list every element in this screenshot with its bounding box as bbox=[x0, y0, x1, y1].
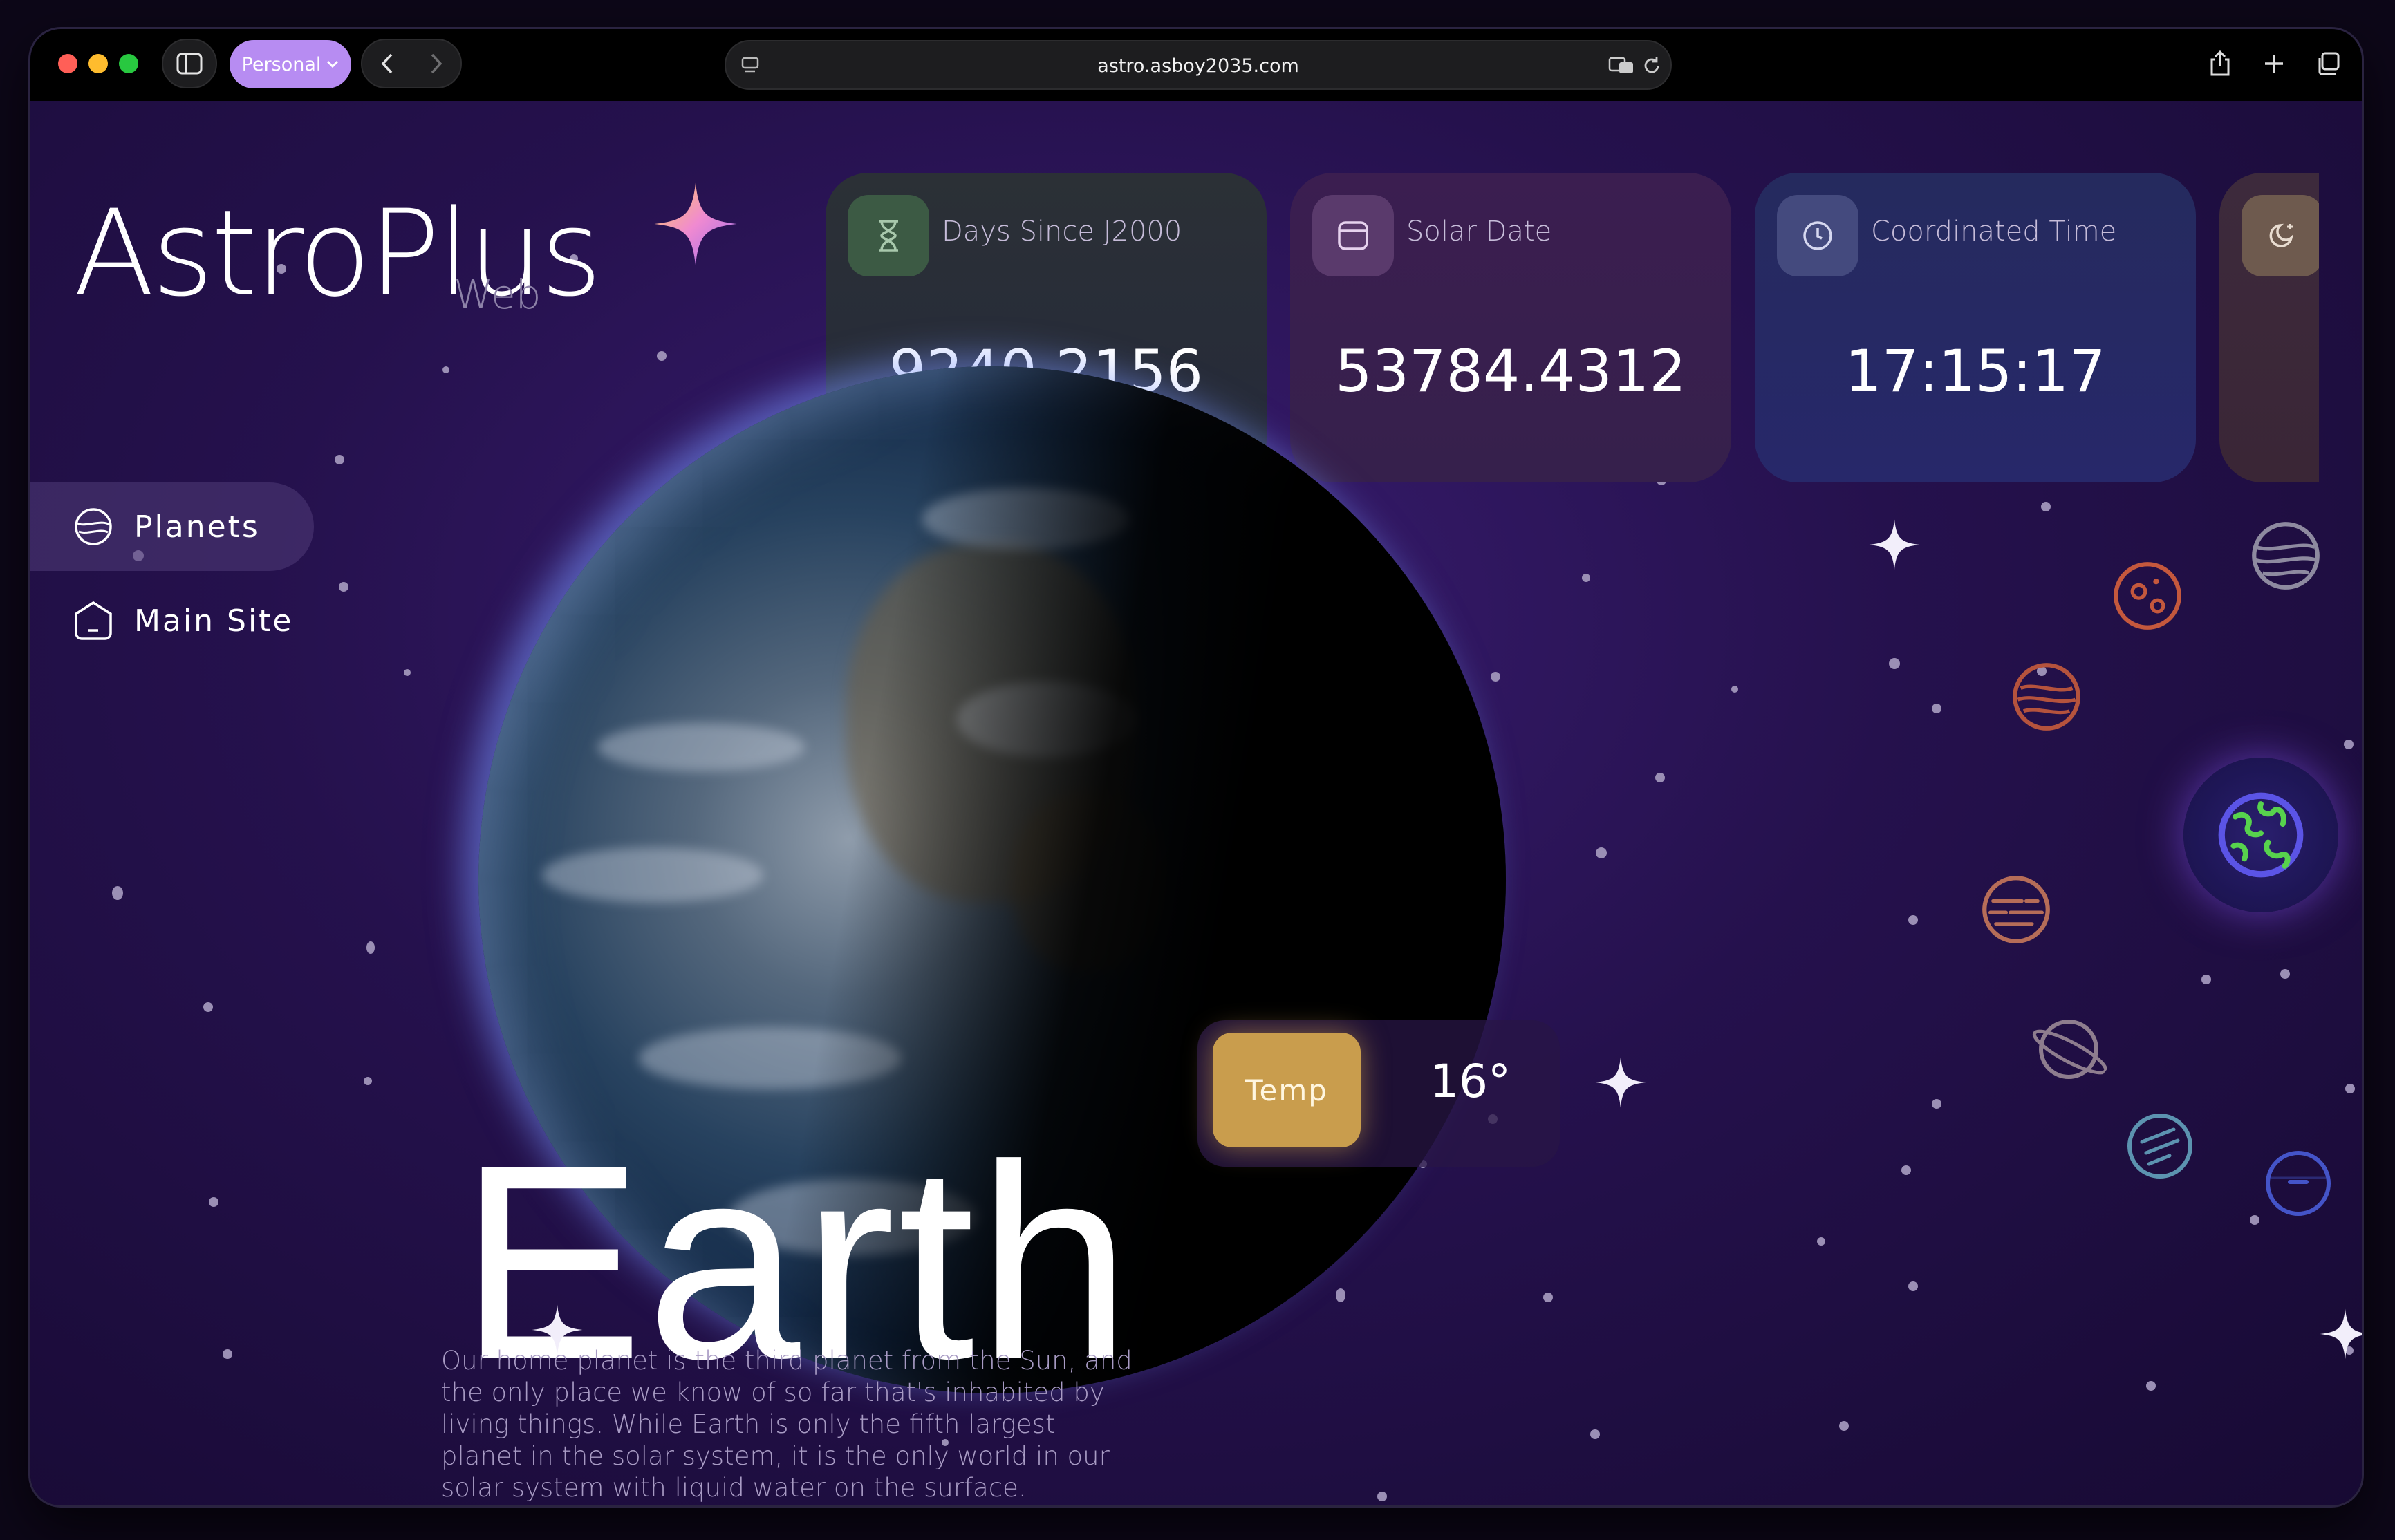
card-icon-wrap bbox=[1312, 195, 1394, 276]
sidebar-item-label: Main Site bbox=[134, 603, 294, 639]
star bbox=[364, 1077, 372, 1085]
card-title: Solar Date bbox=[1406, 216, 1552, 247]
mars-icon[interactable] bbox=[2112, 560, 2183, 632]
card-icon-wrap bbox=[1777, 195, 1858, 276]
star bbox=[209, 1197, 218, 1207]
temp-button[interactable]: Temp bbox=[1213, 1033, 1361, 1147]
star bbox=[1817, 1237, 1825, 1246]
app-logo-subtitle: Web bbox=[454, 271, 541, 318]
card-coordinated-time: Coordinated Time 17:15:17 bbox=[1755, 173, 2196, 482]
star bbox=[1590, 1429, 1600, 1439]
card-icon-wrap bbox=[2242, 195, 2319, 276]
star bbox=[1908, 1281, 1918, 1291]
star bbox=[2250, 1215, 2259, 1225]
star bbox=[442, 366, 449, 373]
url-text: astro.asboy2035.com bbox=[1097, 55, 1299, 77]
planet-icon bbox=[75, 508, 112, 545]
star bbox=[1889, 658, 1900, 669]
clock-icon bbox=[1803, 221, 1832, 250]
tabs-icon bbox=[2318, 52, 2340, 75]
neptune-icon[interactable] bbox=[2264, 1149, 2333, 1218]
address-bar[interactable]: astro.asboy2035.com bbox=[725, 40, 1672, 90]
jupiter-icon[interactable] bbox=[2250, 520, 2322, 592]
star bbox=[366, 941, 375, 954]
star bbox=[404, 669, 411, 676]
star bbox=[1731, 686, 1738, 693]
back-icon[interactable] bbox=[380, 53, 394, 75]
temp-value: 16° bbox=[1430, 1055, 1511, 1108]
browser-window: Personal astro.asboy2035.com AstroPlus W… bbox=[30, 29, 2362, 1505]
minimize-window-button[interactable] bbox=[88, 54, 108, 73]
moon-phase-icon bbox=[2269, 223, 2293, 247]
sidebar-item-planets[interactable]: Planets bbox=[30, 482, 314, 571]
share-button[interactable] bbox=[2196, 39, 2244, 88]
star bbox=[1908, 915, 1918, 925]
reload-icon[interactable] bbox=[1641, 55, 1662, 76]
star bbox=[2146, 1381, 2156, 1391]
card-value: 17:15:17 bbox=[1845, 337, 2106, 405]
star bbox=[1655, 773, 1665, 782]
new-tab-button[interactable] bbox=[2250, 39, 2298, 88]
tab-overview-button[interactable] bbox=[2304, 39, 2352, 88]
browser-toolbar: Personal astro.asboy2035.com bbox=[30, 29, 2362, 101]
star bbox=[1596, 847, 1607, 858]
calendar-icon bbox=[1338, 221, 1368, 250]
star bbox=[1377, 1492, 1387, 1501]
nav-buttons bbox=[361, 39, 462, 88]
close-window-button[interactable] bbox=[58, 54, 77, 73]
sidebar-item-main-site[interactable]: Main Site bbox=[30, 576, 314, 665]
star bbox=[1839, 1421, 1849, 1431]
sidebar-item-label: Planets bbox=[134, 509, 260, 545]
sparkle-icon bbox=[1869, 519, 1920, 570]
profile-button[interactable]: Personal bbox=[230, 40, 351, 88]
home-icon bbox=[75, 601, 112, 640]
hourglass-icon bbox=[879, 220, 898, 252]
sparkle-icon bbox=[1595, 1057, 1646, 1108]
card-value: 53784.4312 bbox=[1335, 337, 1686, 405]
sidebar-toggle-button[interactable] bbox=[162, 39, 217, 88]
card-moon-phase bbox=[2219, 173, 2319, 482]
zoom-window-button[interactable] bbox=[119, 54, 138, 73]
star bbox=[657, 351, 667, 361]
share-icon bbox=[2210, 50, 2230, 76]
sparkle-icon bbox=[2320, 1308, 2362, 1360]
star bbox=[2280, 969, 2290, 979]
forward-icon[interactable] bbox=[429, 53, 443, 75]
star bbox=[1336, 1288, 1345, 1302]
uranus-icon[interactable] bbox=[2125, 1111, 2194, 1181]
mercury-icon[interactable] bbox=[1980, 874, 2052, 946]
star bbox=[1932, 704, 1941, 713]
star bbox=[2344, 740, 2354, 749]
star bbox=[2201, 975, 2211, 984]
star bbox=[2345, 1084, 2355, 1093]
card-title: Coordinated Time bbox=[1871, 216, 2117, 247]
translate-icon[interactable] bbox=[1608, 55, 1636, 76]
star bbox=[1901, 1165, 1911, 1175]
venus-icon[interactable] bbox=[2011, 661, 2082, 733]
star bbox=[112, 886, 123, 900]
chevron-down-icon bbox=[327, 60, 339, 68]
sparkle-icon bbox=[654, 182, 737, 265]
star bbox=[1932, 1099, 1941, 1109]
star bbox=[223, 1349, 232, 1359]
card-icon-wrap bbox=[848, 195, 929, 276]
planet-description: Our home planet is the third planet from… bbox=[441, 1346, 1133, 1503]
page-content: AstroPlus Web Planets Main Site Days Sin… bbox=[30, 101, 2362, 1505]
star bbox=[1491, 672, 1500, 682]
star bbox=[335, 455, 344, 464]
earth-icon[interactable] bbox=[2215, 789, 2307, 881]
card-title: Days Since J2000 bbox=[942, 216, 1182, 247]
plus-icon bbox=[2265, 55, 2283, 73]
sparkle-icon bbox=[532, 1304, 583, 1355]
star bbox=[339, 582, 348, 592]
card-solar-date: Solar Date 53784.4312 bbox=[1290, 173, 1731, 482]
star bbox=[1582, 574, 1590, 582]
star bbox=[2041, 502, 2051, 511]
profile-label: Personal bbox=[241, 53, 321, 75]
star bbox=[203, 1002, 213, 1012]
saturn-icon[interactable] bbox=[2027, 1012, 2113, 1088]
star bbox=[1543, 1293, 1553, 1302]
sidebar-icon bbox=[176, 53, 203, 75]
